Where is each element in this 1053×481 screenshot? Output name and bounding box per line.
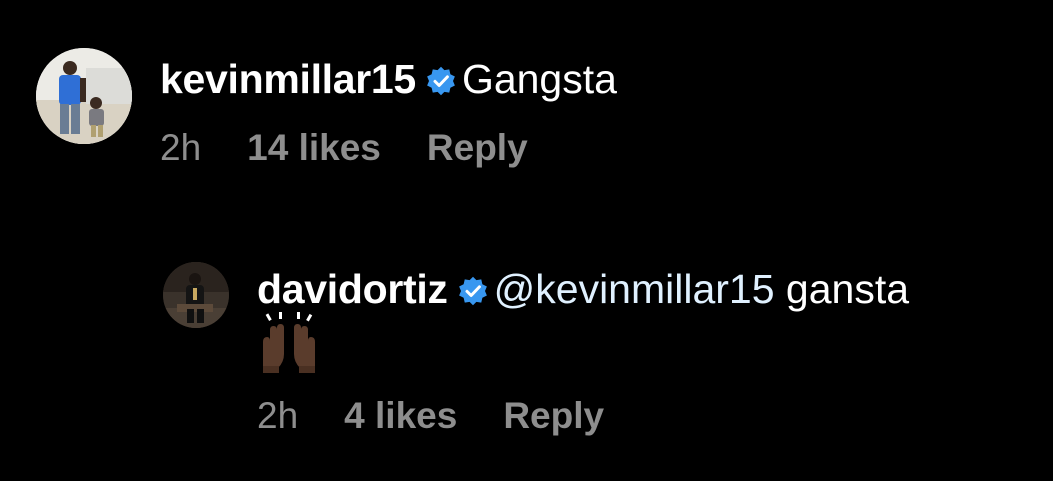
reply-button[interactable]: Reply <box>503 394 604 438</box>
verified-badge-icon <box>427 66 455 96</box>
avatar-photo-icon <box>36 48 132 144</box>
comment-line: davidortiz @kevinmillar15 gansta <box>257 264 1047 314</box>
comment-text: gansta <box>774 266 910 312</box>
comment-meta: 2h 4 likes Reply <box>257 394 1047 438</box>
comment-username[interactable]: kevinmillar15 <box>160 56 416 102</box>
comment-username[interactable]: davidortiz <box>257 266 448 312</box>
raising-hands-emoji-icon <box>263 312 315 373</box>
avatar[interactable] <box>163 262 229 328</box>
comment-timestamp: 2h <box>257 395 299 436</box>
reply-button[interactable]: Reply <box>427 126 528 170</box>
comment-timestamp: 2h <box>160 127 202 168</box>
likes-count-button[interactable]: 4 likes <box>344 394 457 438</box>
comment-text: Gangsta <box>461 56 617 102</box>
comment-body: kevinmillar15 Gangsta 2h 14 likes Reply <box>160 54 617 170</box>
avatar-photo-icon <box>163 262 229 328</box>
comment-body: davidortiz @kevinmillar15 gansta 2h 4 li… <box>257 264 1047 438</box>
likes-count-button[interactable]: 14 likes <box>247 126 381 170</box>
comment-line: kevinmillar15 Gangsta <box>160 54 617 104</box>
verified-badge-icon <box>458 276 487 306</box>
mention-link[interactable]: @kevinmillar15 <box>494 266 775 312</box>
comment-emoji <box>257 310 1047 380</box>
comment-meta: 2h 14 likes Reply <box>160 126 617 170</box>
avatar[interactable] <box>36 48 132 144</box>
